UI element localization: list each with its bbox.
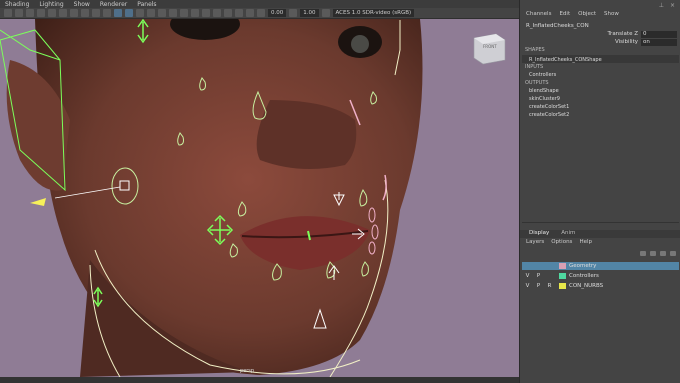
viewport-persp[interactable]: FRONT (0, 19, 519, 377)
panel-window-controls: ⊥ × (520, 0, 680, 10)
menu-channels[interactable]: Channels (526, 11, 551, 17)
layer-name: Controllers (569, 273, 599, 279)
attr-row-translate-z[interactable]: Translate Z 0 (520, 30, 680, 38)
tab-anim[interactable]: Anim (561, 230, 575, 238)
menu-help[interactable]: Help (579, 239, 592, 245)
inputs-header: INPUTS (525, 64, 544, 70)
output-item[interactable]: createColorSet1 (529, 104, 569, 110)
viewport-scene (0, 19, 506, 377)
layer-row-controllers[interactable]: V P Controllers (522, 272, 679, 280)
outputs-header: OUTPUTS (525, 80, 549, 86)
layer-row-con-nurbs[interactable]: V P R CON_NURBS (522, 282, 679, 290)
smooth-shade-icon[interactable] (125, 9, 133, 17)
shapes-header: SHAPES (525, 47, 545, 53)
shadows-icon[interactable] (169, 9, 177, 17)
textured-icon[interactable] (147, 9, 155, 17)
shape-item[interactable]: R_InflatedCheeks_CONShape (529, 57, 602, 63)
xray-icon[interactable] (235, 9, 243, 17)
lights-icon[interactable] (158, 9, 166, 17)
attr-row-visibility[interactable]: Visibility on (520, 38, 680, 46)
layer-name: Geometry (569, 263, 597, 269)
move-layer-down-icon[interactable] (650, 251, 656, 256)
layer-visibility-toggle[interactable]: V (522, 273, 533, 279)
color-management-icon[interactable] (321, 9, 330, 17)
layer-playback-toggle[interactable]: P (533, 283, 544, 289)
attr-label: Translate Z (607, 31, 639, 37)
viewport-menubar: Shading Lighting Show Renderer Panels (0, 0, 519, 8)
locator-yellow (30, 198, 46, 206)
menu-shading[interactable]: Shading (0, 1, 34, 8)
viewport-bottom-strip (0, 377, 519, 383)
bookmark-icon[interactable] (26, 9, 34, 17)
image-plane-icon[interactable] (37, 9, 45, 17)
menu-edit[interactable]: Edit (559, 11, 570, 17)
gate-mask-icon[interactable] (81, 9, 89, 17)
film-gate-icon[interactable] (59, 9, 67, 17)
attr-value-field[interactable]: 0 (641, 30, 677, 38)
layer-tools (640, 251, 676, 256)
panel-divider[interactable] (522, 222, 679, 223)
node-name[interactable]: R_InflatedCheeks_CON (526, 23, 589, 29)
dock-icon[interactable]: ⊥ (659, 2, 664, 9)
layer-editor-menu: Layers Options Help (526, 239, 592, 245)
gamma-icon[interactable] (289, 9, 298, 17)
tab-display[interactable]: Display (529, 230, 549, 238)
gamma-field[interactable]: 1.00 (300, 9, 319, 17)
depth-of-field-icon[interactable] (213, 9, 221, 17)
layer-name: CON_NURBS (569, 283, 604, 289)
layer-reference-toggle[interactable]: R (544, 283, 555, 289)
exposure-field[interactable]: 0.00 (268, 9, 287, 17)
isolate-select-icon[interactable] (224, 9, 232, 17)
layer-color-swatch[interactable] (559, 283, 566, 289)
anti-aliasing-icon[interactable] (202, 9, 210, 17)
viewport-toolbar: 0.00 1.00 ACES 1.0 SDR-video (sRGB) (0, 8, 519, 19)
attr-label: Visibility (614, 39, 638, 45)
output-item[interactable]: blendShape (529, 88, 559, 94)
menu-options[interactable]: Options (551, 239, 572, 245)
grid-icon[interactable] (48, 9, 56, 17)
menu-renderer[interactable]: Renderer (95, 1, 132, 8)
menu-layers[interactable]: Layers (526, 239, 544, 245)
layer-color-swatch[interactable] (559, 273, 566, 279)
channel-box-menu: Channels Edit Object Show (526, 11, 619, 17)
xray-joints-icon[interactable] (246, 9, 254, 17)
menu-show[interactable]: Show (69, 1, 95, 8)
view-transform-dropdown[interactable]: ACES 1.0 SDR-video (sRGB) (332, 9, 415, 17)
safe-action-icon[interactable] (103, 9, 111, 17)
attr-value-field[interactable]: on (641, 38, 677, 46)
layer-playback-toggle[interactable]: P (533, 273, 544, 279)
menu-show-panel[interactable]: Show (604, 11, 619, 17)
camera-name: persp (240, 368, 255, 374)
move-layer-up-icon[interactable] (640, 251, 646, 256)
wireframe-on-shaded-icon[interactable] (136, 9, 144, 17)
viewcube-label: FRONT (483, 44, 497, 49)
viewcube[interactable] (473, 33, 506, 65)
camera-attributes-icon[interactable] (15, 9, 23, 17)
layer-row-geometry[interactable]: Geometry (522, 262, 679, 270)
new-empty-layer-icon[interactable] (660, 251, 666, 256)
field-chart-icon[interactable] (92, 9, 100, 17)
resolution-gate-icon[interactable] (70, 9, 78, 17)
menu-panels[interactable]: Panels (132, 1, 161, 8)
channel-box-panel: ⊥ × Channels Edit Object Show R_Inflated… (519, 0, 680, 383)
layer-color-swatch[interactable] (559, 263, 566, 269)
input-item[interactable]: Controllers (529, 72, 556, 78)
wireframe-icon[interactable] (114, 9, 122, 17)
select-camera-icon[interactable] (4, 9, 12, 17)
menu-lighting[interactable]: Lighting (34, 1, 68, 8)
close-icon[interactable]: × (670, 2, 675, 9)
output-item[interactable]: createColorSet2 (529, 112, 569, 118)
right-iris (351, 35, 369, 53)
motion-blur-icon[interactable] (191, 9, 199, 17)
exposure-icon[interactable] (257, 9, 265, 17)
new-layer-from-selection-icon[interactable] (670, 251, 676, 256)
menu-object[interactable]: Object (578, 11, 596, 17)
layer-editor-tabs: Display Anim (520, 230, 680, 238)
layer-visibility-toggle[interactable]: V (522, 283, 533, 289)
output-item[interactable]: skinCluster9 (529, 96, 560, 102)
ambient-occlusion-icon[interactable] (180, 9, 188, 17)
